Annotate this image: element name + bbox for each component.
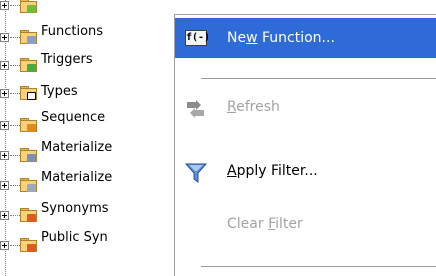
- triggers-folder-icon: [20, 58, 37, 72]
- folder-green-icon: [20, 0, 37, 13]
- tree-item-label: Functions: [41, 24, 104, 40]
- tree-item-label: Sequence: [41, 110, 106, 125]
- expand-icon[interactable]: [0, 61, 9, 70]
- menu-item-label: Clear Filter: [227, 216, 303, 232]
- expand-icon[interactable]: [0, 241, 9, 250]
- tree-item-public-synonyms[interactable]: Public Syn: [0, 230, 180, 258]
- synonyms-folder-icon: [20, 208, 37, 222]
- tree-item-label: Public Syn: [41, 230, 108, 245]
- filter-funnel-icon: [185, 163, 207, 183]
- tree-item-label: Materialize: [41, 140, 113, 155]
- types-folder-icon: [20, 86, 37, 100]
- tree-item-triggers[interactable]: Triggers: [0, 50, 180, 78]
- menu-item-label: Apply Filter...: [227, 163, 318, 179]
- materialized-view-logs-folder-icon: [20, 178, 37, 192]
- sequences-folder-icon: [20, 118, 37, 132]
- tree-item-sequences[interactable]: Sequence: [0, 110, 180, 138]
- tree-item-label: Synonyms: [41, 201, 109, 216]
- new-function-icon: f(-): [185, 30, 210, 46]
- tree-item-functions[interactable]: Functions: [0, 22, 180, 50]
- expand-icon[interactable]: [0, 33, 9, 42]
- new-function-menu-item[interactable]: f(-) New Function...: [175, 18, 436, 58]
- tree-item-label: Types: [41, 84, 78, 99]
- context-menu: f(-) New Function... Refresh Apply Filte…: [174, 14, 436, 276]
- tree-item[interactable]: [0, 0, 180, 20]
- menu-item-label: Refresh: [227, 99, 280, 115]
- expand-icon[interactable]: [0, 1, 9, 10]
- expand-icon[interactable]: [0, 181, 9, 190]
- clear-filter-menu-item[interactable]: Clear Filter: [175, 204, 436, 244]
- expand-icon[interactable]: [0, 89, 9, 98]
- object-tree: Functions Triggers Types Sequence Materi…: [0, 0, 180, 276]
- expand-icon[interactable]: [0, 211, 9, 220]
- tree-item-types[interactable]: Types: [0, 78, 180, 106]
- menu-separator: [201, 78, 436, 79]
- menu-separator: [201, 266, 436, 267]
- refresh-icon: [187, 100, 204, 118]
- tree-item-label: Triggers: [41, 52, 93, 67]
- materialized-views-folder-icon: [20, 148, 37, 162]
- public-synonyms-folder-icon: [20, 238, 37, 252]
- tree-item-synonyms[interactable]: Synonyms: [0, 200, 180, 228]
- tree-item-materialized-views[interactable]: Materialize: [0, 140, 180, 168]
- expand-icon[interactable]: [0, 121, 9, 130]
- tree-item-materialized-view-logs[interactable]: Materialize: [0, 170, 180, 198]
- functions-folder-icon: [20, 30, 37, 44]
- tree-item-label: Materialize: [41, 170, 113, 185]
- apply-filter-menu-item[interactable]: Apply Filter...: [175, 151, 436, 191]
- menu-item-label: New Function...: [227, 30, 335, 46]
- refresh-menu-item[interactable]: Refresh: [175, 87, 436, 127]
- expand-icon[interactable]: [0, 151, 9, 160]
